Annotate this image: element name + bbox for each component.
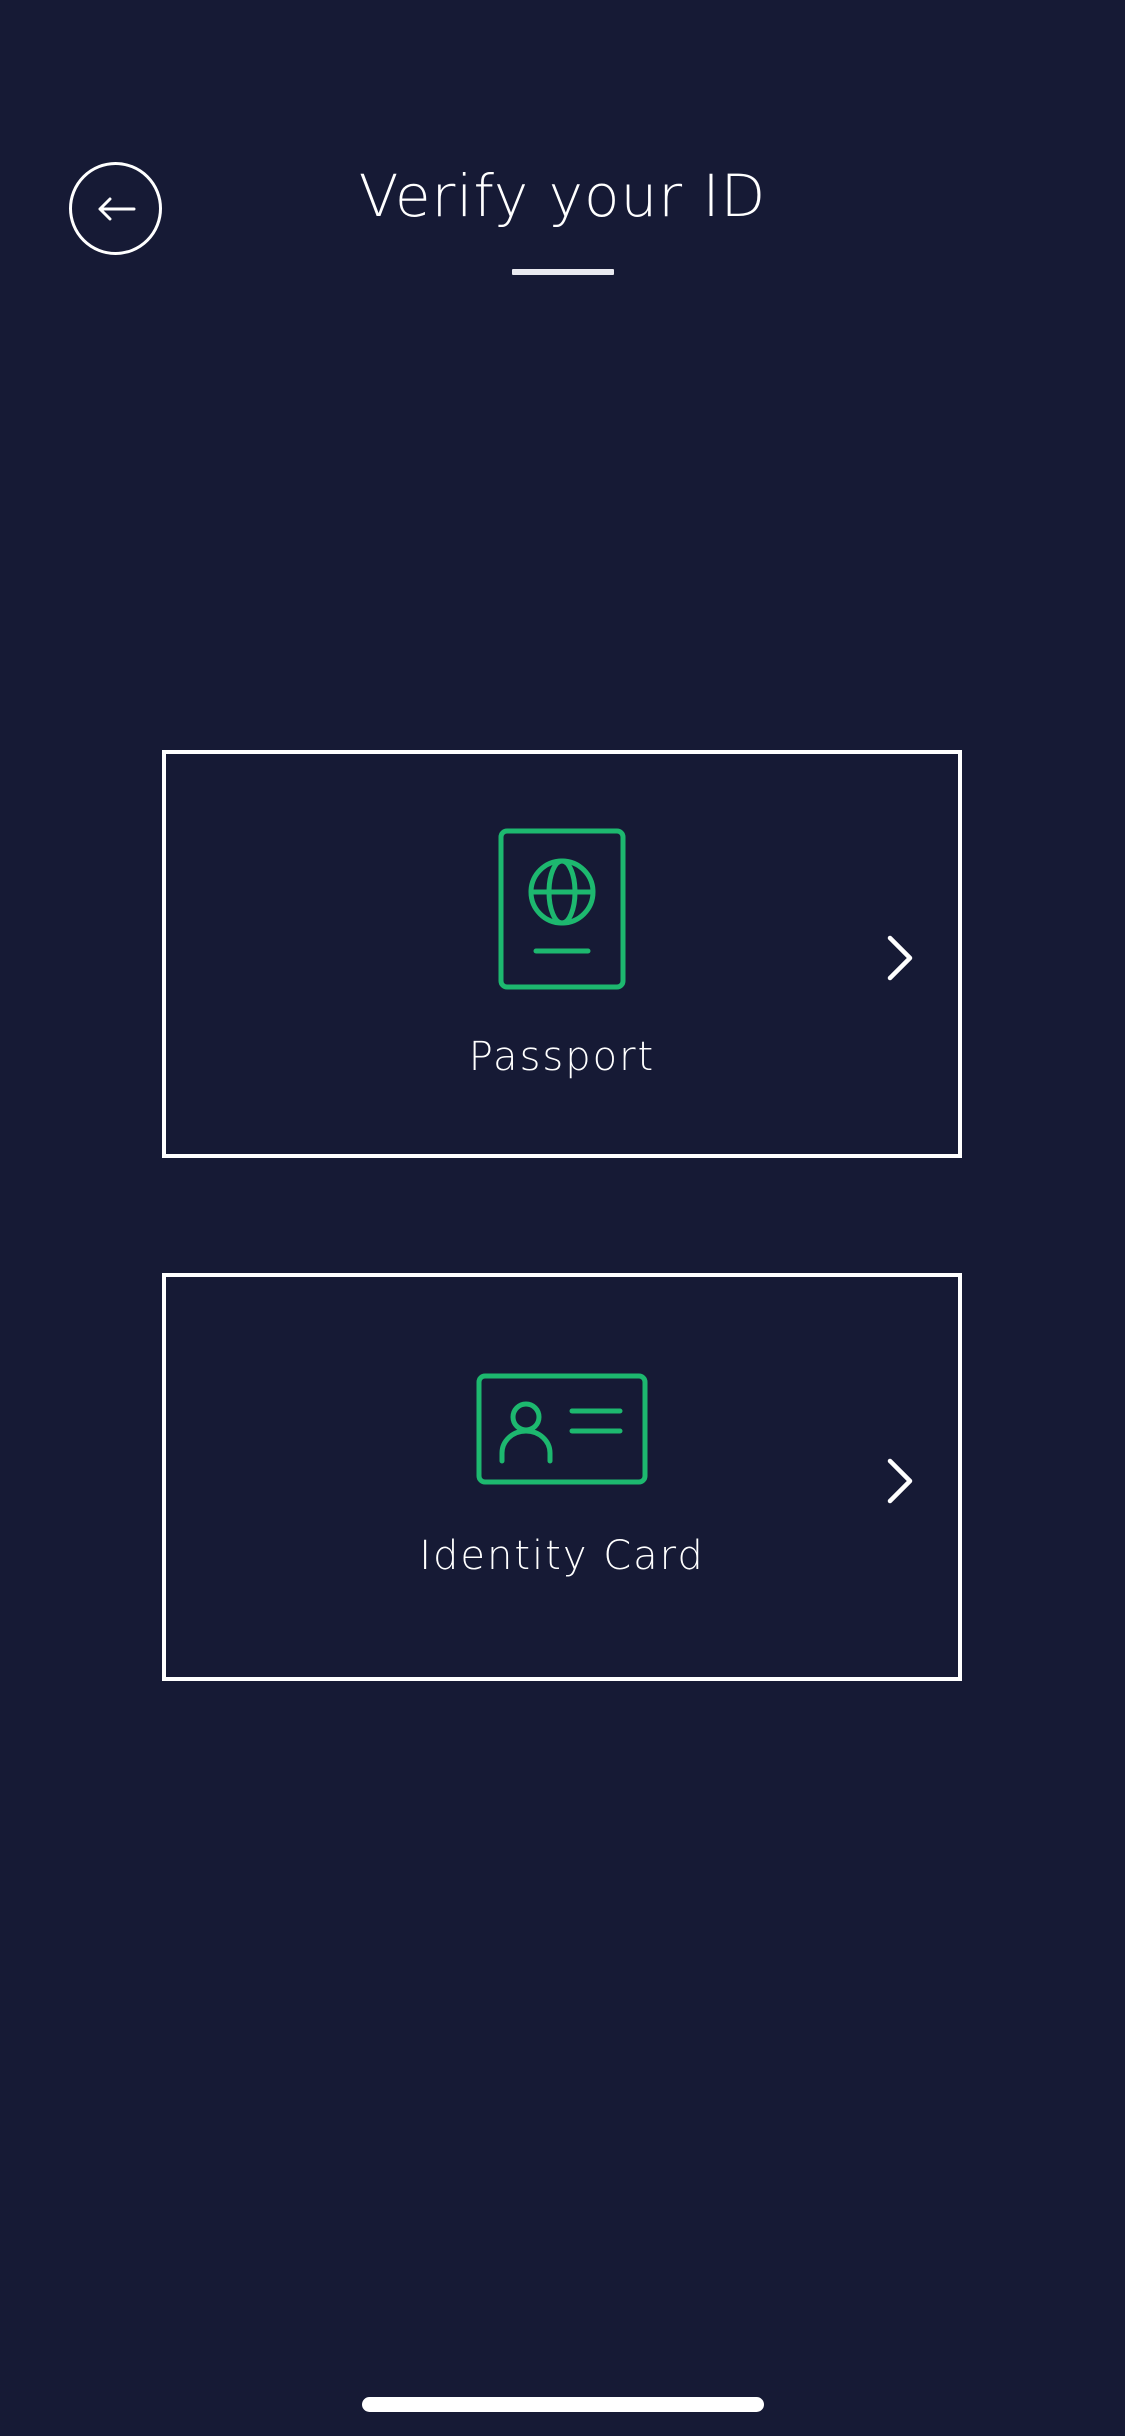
identity-card-option-card[interactable]: Identity Card xyxy=(162,1273,962,1681)
passport-label: Passport xyxy=(468,1034,656,1080)
page-title: Verify your ID xyxy=(358,162,767,230)
chevron-right-icon xyxy=(880,932,920,984)
home-indicator[interactable] xyxy=(362,2397,764,2412)
id-card-icon xyxy=(476,1373,648,1489)
verify-id-screen: Verify your ID Passport Identity Card xyxy=(0,0,1125,2436)
identity-card-label: Identity Card xyxy=(419,1533,705,1579)
passport-option-card[interactable]: Passport xyxy=(162,750,962,1158)
passport-icon xyxy=(498,828,626,994)
chevron-right-icon xyxy=(880,1455,920,1507)
title-underline xyxy=(512,269,614,275)
